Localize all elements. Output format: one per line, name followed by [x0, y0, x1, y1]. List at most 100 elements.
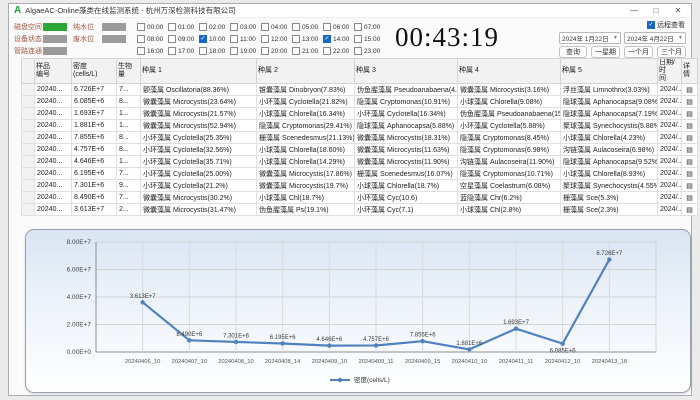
time-checkbox-2100[interactable]: 21:00 — [292, 45, 323, 57]
data-point — [420, 339, 424, 343]
detail-icon[interactable]: ▤ — [682, 168, 698, 180]
time-checkbox-0200[interactable]: 02:00 — [199, 21, 230, 33]
time-label: 20:00 — [271, 48, 287, 55]
time-checkbox-0300[interactable]: 03:00 — [230, 21, 261, 33]
time-label: 14:00 — [333, 36, 349, 43]
time-checkbox-0500[interactable]: 05:00 — [292, 21, 323, 33]
status-bar-indicator — [43, 47, 67, 55]
cell-species5: 隐球藻属 Aphanocapsa(9.08%) — [561, 96, 658, 108]
table-row[interactable]: 20240...7.301E+69...小环藻属 Cyclotella(21.2… — [22, 180, 698, 192]
time-checkbox-0900[interactable]: 09:00 — [168, 33, 199, 45]
cell-species1: 微囊藻属 Microcystis(31.47%) — [141, 204, 257, 216]
time-checkbox-1600[interactable]: 16:00 — [137, 45, 168, 57]
time-checkbox-0100[interactable]: 01:00 — [168, 21, 199, 33]
cell-species2: 小球藻属 Chl(18.7%) — [257, 192, 355, 204]
detail-icon[interactable]: ▤ — [682, 204, 698, 216]
schedule-grid: 00:0001:0002:0003:0004:0005:0006:0007:00… — [137, 21, 385, 57]
time-label: 11:00 — [240, 36, 256, 43]
table-row[interactable]: 20240...6.726E+77...颤藻属 Oscillatoria(88.… — [22, 84, 698, 96]
time-checkbox-1100[interactable]: 11:00 — [230, 33, 261, 45]
detail-icon[interactable]: ▤ — [682, 108, 698, 120]
time-checkbox-0800[interactable]: 08:00 — [137, 33, 168, 45]
time-checkbox-1300[interactable]: 13:00 — [292, 33, 323, 45]
one-month-button[interactable]: 一个月 — [624, 46, 653, 58]
cell-id: 20240... — [35, 84, 72, 96]
status-label: 纯水位 — [73, 22, 102, 32]
time-checkbox-1900[interactable]: 19:00 — [230, 45, 261, 57]
time-label: 02:00 — [209, 24, 225, 31]
time-label: 22:00 — [333, 48, 349, 55]
cell-species2: 栅藻属 Scenedesmus(21.13%) — [257, 132, 355, 144]
detail-icon[interactable]: ▤ — [682, 120, 698, 132]
table-row[interactable]: 20240...4.646E+61...小环藻属 Cyclotella(35.7… — [22, 156, 698, 168]
checkbox-icon — [230, 35, 238, 43]
cell-density: 7.301E+6 — [72, 180, 117, 192]
table-row[interactable]: 20240...4.757E+68...小环藻属 Cyclotella(32.5… — [22, 144, 698, 156]
time-checkbox-0600[interactable]: 06:00 — [323, 21, 354, 33]
cell-density: 3.613E+7 — [72, 204, 117, 216]
checkbox-icon: ✓ — [199, 35, 207, 43]
chevron-down-icon: ▼ — [613, 35, 618, 41]
remote-view-label: 远程查看 — [657, 20, 685, 30]
cell-biomass: 1... — [117, 156, 141, 168]
date-from-select[interactable]: 2024年 1月22日 ▼ — [559, 32, 621, 44]
close-button[interactable]: ✕ — [667, 4, 689, 17]
time-checkbox-0400[interactable]: 04:00 — [261, 21, 292, 33]
cell-selcol — [22, 96, 35, 108]
table-row[interactable]: 20240...1.881E+61...微囊藻属 Microcystis(52.… — [22, 120, 698, 132]
cell-id: 20240... — [35, 180, 72, 192]
table-row[interactable]: 20240...6.085E+68...微囊藻属 Microcystis(23.… — [22, 96, 698, 108]
time-checkbox-1000[interactable]: ✓10:00 — [199, 33, 230, 45]
table-row[interactable]: 20240...8.490E+67...微囊藻属 Microcystis(30.… — [22, 192, 698, 204]
detail-icon[interactable]: ▤ — [682, 84, 698, 96]
minimize-button[interactable]: — — [623, 4, 645, 17]
time-checkbox-1400[interactable]: ✓14:00 — [323, 33, 354, 45]
chevron-down-icon: ▼ — [678, 35, 683, 41]
detail-icon[interactable]: ▤ — [682, 156, 698, 168]
three-month-button[interactable]: 三个月 — [657, 46, 686, 58]
title-bar: A AlgaeAC-Online藻类在线监测系统 - 杭州万深检测科技有限公司 … — [9, 4, 691, 18]
cell-species4: 隐藻属 Cryptomonas(10.71%) — [458, 168, 561, 180]
table-row[interactable]: 20240...3.613E+72...微囊藻属 Microcystis(31.… — [22, 204, 698, 216]
cell-species2: 微囊藻属 Microcystis(17.86%) — [257, 168, 355, 180]
x-tick-label: 20240413_18 — [592, 359, 627, 365]
checkbox-icon — [354, 23, 362, 31]
time-checkbox-1200[interactable]: 12:00 — [261, 33, 292, 45]
cell-selcol — [22, 108, 35, 120]
cell-species1: 小环藻属 Cyclotella(25.00%) — [141, 168, 257, 180]
column-header: 种属 4 — [458, 59, 561, 84]
checkbox-icon — [292, 47, 300, 55]
data-point — [560, 341, 564, 345]
detail-icon[interactable]: ▤ — [682, 96, 698, 108]
x-tick-label: 20240410_10 — [452, 359, 487, 365]
time-checkbox-1800[interactable]: 18:00 — [199, 45, 230, 57]
cell-species4: 伪鱼腥藻属 Pseudoanabaena(15... — [458, 108, 561, 120]
date-to-select[interactable]: 2024年 4月22日 ▼ — [624, 32, 686, 44]
time-checkbox-2000[interactable]: 20:00 — [261, 45, 292, 57]
maximize-button[interactable]: □ — [645, 4, 667, 17]
cell-species2: 锥囊藻属 Dinobryon(7.83%) — [257, 84, 355, 96]
cell-species5: 小球藻属 Chlorella(8.93%) — [561, 168, 658, 180]
remote-view-checkbox[interactable]: ✓ 远程查看 — [647, 20, 685, 30]
table-row[interactable]: 20240...7.855E+68...小环藻属 Cyclotella(25.3… — [22, 132, 698, 144]
cell-selcol — [22, 180, 35, 192]
one-week-button[interactable]: 一星期 — [591, 46, 620, 58]
cell-species3: 微囊藻属 Microcystis(18.31%) — [355, 132, 458, 144]
data-point-label: 7.855E+6 — [410, 333, 437, 339]
checkbox-icon — [199, 47, 207, 55]
column-header: 种属 2 — [257, 59, 355, 84]
detail-icon[interactable]: ▤ — [682, 180, 698, 192]
detail-icon[interactable]: ▤ — [682, 192, 698, 204]
query-button[interactable]: 查询 — [559, 46, 587, 58]
cell-date: 2024/... — [658, 132, 682, 144]
cell-id: 20240... — [35, 204, 72, 216]
column-header — [22, 59, 35, 84]
time-checkbox-0000[interactable]: 00:00 — [137, 21, 168, 33]
table-row[interactable]: 20240...6.195E+67...小环藻属 Cyclotella(25.0… — [22, 168, 698, 180]
time-checkbox-1700[interactable]: 17:00 — [168, 45, 199, 57]
control-strip: 磁盘空间纯水位设备状态废水位管路连通 00:0001:0002:0003:000… — [9, 19, 691, 59]
detail-icon[interactable]: ▤ — [682, 132, 698, 144]
table-row[interactable]: 20240...1.693E+71...微囊藻属 Microcystis(21.… — [22, 108, 698, 120]
time-checkbox-2200[interactable]: 22:00 — [323, 45, 354, 57]
detail-icon[interactable]: ▤ — [682, 144, 698, 156]
